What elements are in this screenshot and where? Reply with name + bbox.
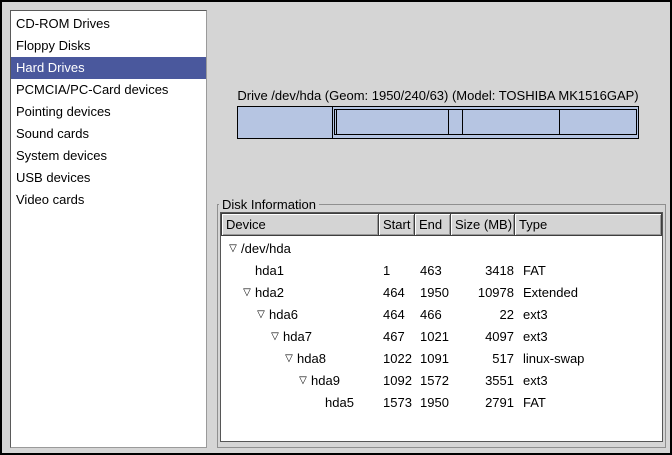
start-cell: 464 [379, 282, 416, 304]
disk-partition-bar [237, 106, 639, 139]
device-label: hda2 [255, 285, 284, 300]
sidebar-item-sound-cards[interactable]: Sound cards [11, 123, 206, 145]
sidebar-item-cd-rom-drives[interactable]: CD-ROM Drives [11, 13, 206, 35]
end-cell: 1950 [416, 282, 453, 304]
drive-title: Drive /dev/hda (Geom: 1950/240/63) (Mode… [237, 88, 639, 103]
end-cell: 1572 [416, 370, 453, 392]
partition-segment-hda7 [336, 110, 448, 134]
sidebar-item-pcmcia-pc-card-devices[interactable]: PCMCIA/PC-Card devices [11, 79, 206, 101]
device-label: hda1 [255, 263, 284, 278]
sidebar-item-hard-drives[interactable]: Hard Drives [11, 57, 206, 79]
table-body: ▽/dev/hdahda114633418FAT▽hda246419501097… [221, 236, 662, 414]
start-cell: 1022 [379, 348, 416, 370]
expander-open-icon[interactable]: ▽ [267, 326, 283, 348]
device-label: hda5 [325, 395, 354, 410]
type-cell: linux-swap [518, 348, 662, 370]
start-cell: 1573 [379, 392, 416, 414]
size-cell: 22 [453, 304, 518, 326]
type-cell: ext3 [518, 304, 662, 326]
table-row--dev-hda[interactable]: ▽/dev/hda [221, 238, 662, 260]
start-cell: 464 [379, 304, 416, 326]
type-cell: ext3 [518, 370, 662, 392]
expander-open-icon[interactable]: ▽ [225, 238, 241, 260]
table-row-hda7[interactable]: ▽hda7 46710214097ext3 [221, 326, 662, 348]
size-cell: 517 [453, 348, 518, 370]
sidebar-item-pointing-devices[interactable]: Pointing devices [11, 101, 206, 123]
end-cell: 1950 [416, 392, 453, 414]
hardware-browser-window: CD-ROM DrivesFloppy DisksHard DrivesPCMC… [0, 0, 672, 455]
table-row-hda2[interactable]: ▽hda2 464195010978Extended [221, 282, 662, 304]
device-label: hda6 [269, 307, 298, 322]
column-header-end[interactable]: End [414, 213, 451, 236]
size-cell: 3418 [453, 260, 518, 282]
device-label: hda8 [297, 351, 326, 366]
device-label: hda7 [283, 329, 312, 344]
type-cell: ext3 [518, 326, 662, 348]
partition-segment-hda8 [448, 110, 462, 134]
sidebar-item-floppy-disks[interactable]: Floppy Disks [11, 35, 206, 57]
table-row-hda1[interactable]: hda1 14633418FAT [221, 260, 662, 282]
type-cell: FAT [518, 260, 662, 282]
end-cell: 463 [416, 260, 453, 282]
expander-open-icon[interactable]: ▽ [239, 282, 255, 304]
column-header-device[interactable]: Device [221, 213, 379, 236]
partition-segment-hda5 [559, 110, 636, 134]
start-cell [379, 238, 416, 260]
table-row-hda5[interactable]: hda5 157319502791FAT [221, 392, 662, 414]
device-label: hda9 [311, 373, 340, 388]
size-cell: 4097 [453, 326, 518, 348]
sidebar-item-video-cards[interactable]: Video cards [11, 189, 206, 211]
start-cell: 467 [379, 326, 416, 348]
table-row-hda8[interactable]: ▽hda8 10221091517linux-swap [221, 348, 662, 370]
device-label: /dev/hda [241, 241, 291, 256]
size-cell: 10978 [453, 282, 518, 304]
sidebar-item-usb-devices[interactable]: USB devices [11, 167, 206, 189]
size-cell: 3551 [453, 370, 518, 392]
disk-information-table: Device Start End Size (MB) Type ▽/dev/hd… [220, 212, 663, 442]
end-cell: 466 [416, 304, 453, 326]
expander-open-icon[interactable]: ▽ [253, 304, 269, 326]
partition-segment-hda2-extended [334, 109, 637, 135]
table-row-hda9[interactable]: ▽hda9 109215723551ext3 [221, 370, 662, 392]
table-row-hda6[interactable]: ▽hda6 46446622ext3 [221, 304, 662, 326]
column-header-type[interactable]: Type [514, 213, 662, 236]
start-cell: 1092 [379, 370, 416, 392]
end-cell [416, 238, 453, 260]
size-cell: 2791 [453, 392, 518, 414]
end-cell: 1021 [416, 326, 453, 348]
device-category-list[interactable]: CD-ROM DrivesFloppy DisksHard DrivesPCMC… [10, 10, 207, 448]
type-cell: Extended [518, 282, 662, 304]
partition-segment-hda1 [238, 107, 333, 138]
disk-information-frame: Disk Information Device Start End Size (… [217, 204, 666, 448]
sidebar-item-system-devices[interactable]: System devices [11, 145, 206, 167]
partition-segment-hda9 [462, 110, 559, 134]
size-cell [453, 238, 518, 260]
type-cell: FAT [518, 392, 662, 414]
table-header-row: Device Start End Size (MB) Type [221, 213, 662, 236]
type-cell [518, 238, 662, 260]
column-header-size[interactable]: Size (MB) [450, 213, 515, 236]
disk-information-label: Disk Information [219, 197, 319, 212]
expander-open-icon[interactable]: ▽ [281, 348, 297, 370]
start-cell: 1 [379, 260, 416, 282]
expander-open-icon[interactable]: ▽ [295, 370, 311, 392]
end-cell: 1091 [416, 348, 453, 370]
column-header-start[interactable]: Start [378, 213, 415, 236]
